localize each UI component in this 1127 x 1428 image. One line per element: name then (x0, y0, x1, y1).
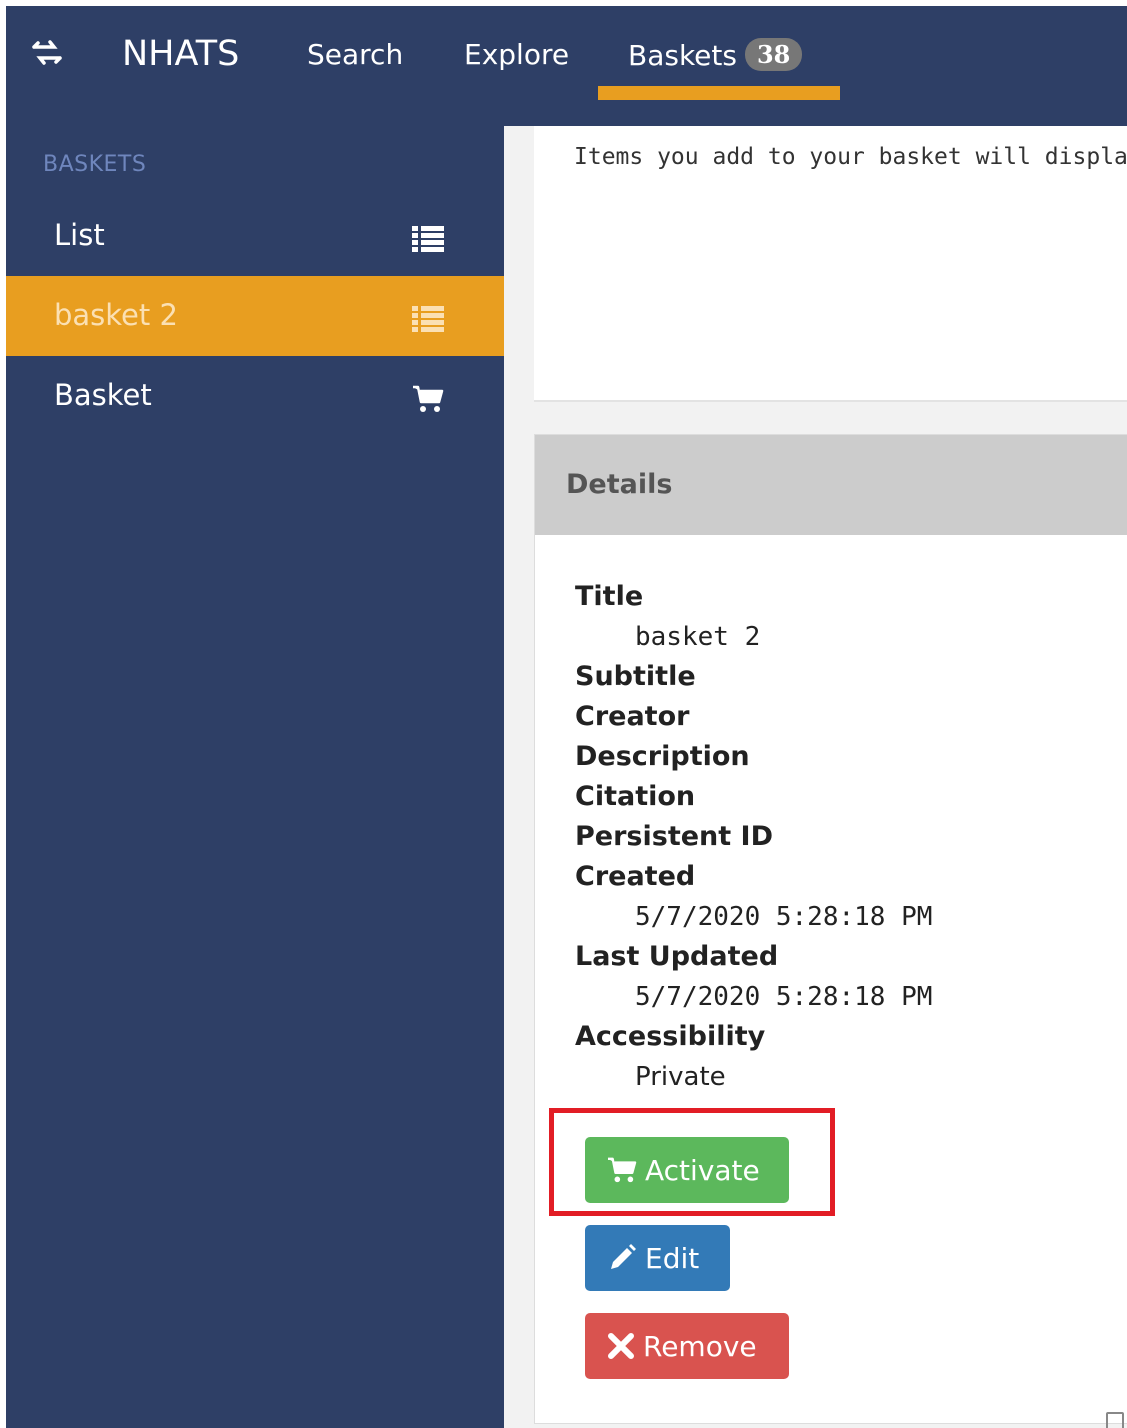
list-icon (412, 226, 444, 252)
cart-icon (608, 1157, 637, 1183)
pencil-icon (611, 1244, 636, 1269)
field-label-subtitle: Subtitle (575, 661, 696, 692)
edit-button[interactable]: Edit (585, 1225, 730, 1291)
sidebar-header: BASKETS (43, 152, 147, 177)
app-frame: NHATS Search Explore Baskets 38 BASKETS L… (6, 6, 1127, 1428)
sidebar: BASKETS List basket 2 Basket (6, 126, 504, 1428)
active-tab-indicator (598, 86, 840, 100)
field-label-persistent-id: Persistent ID (575, 821, 774, 852)
field-label-created: Created (575, 861, 696, 892)
sidebar-item-label: Basket (54, 378, 152, 412)
field-value-created: 5/7/2020 5:28:18 PM (635, 902, 933, 932)
nav-link-search[interactable]: Search (307, 38, 403, 71)
resize-handle-icon (1106, 1412, 1124, 1428)
edit-button-label: Edit (645, 1241, 700, 1275)
top-navbar: NHATS Search Explore Baskets 38 (6, 6, 1127, 126)
baskets-count-badge: 38 (744, 38, 803, 71)
brand-logo[interactable]: NHATS (122, 34, 239, 74)
field-label-citation: Citation (575, 781, 696, 812)
details-panel-header: Details (535, 435, 1127, 535)
details-panel: Details Title basket 2 Subtitle Creator … (534, 434, 1127, 1424)
sidebar-item-basket[interactable]: Basket (6, 356, 504, 436)
main-content: Items you add to your basket will displa… (504, 126, 1127, 1428)
nav-link-baskets-label: Baskets (628, 39, 737, 72)
field-label-last-updated: Last Updated (575, 941, 779, 972)
remove-button[interactable]: Remove (585, 1313, 789, 1379)
activate-button[interactable]: Activate (585, 1137, 789, 1203)
activate-button-label: Activate (645, 1153, 760, 1187)
field-label-title: Title (575, 581, 644, 612)
sidebar-item-label: basket 2 (54, 298, 178, 332)
remove-button-label: Remove (643, 1329, 757, 1363)
list-icon (412, 306, 444, 332)
details-heading: Details (566, 469, 673, 500)
nav-link-baskets[interactable]: Baskets 38 (628, 38, 803, 72)
details-list: Title basket 2 Subtitle Creator Descript… (575, 577, 932, 1097)
field-value-last-updated: 5/7/2020 5:28:18 PM (635, 982, 933, 1012)
basket-items-panel: Items you add to your basket will displa… (534, 126, 1127, 402)
sidebar-item-label: List (54, 218, 105, 252)
exchange-icon[interactable] (30, 36, 64, 70)
field-label-creator: Creator (575, 701, 690, 732)
field-value-accessibility: Private (635, 1062, 726, 1092)
nav-link-explore[interactable]: Explore (464, 38, 569, 71)
field-value-title: basket 2 (635, 622, 761, 652)
field-label-description: Description (575, 741, 750, 772)
close-icon (608, 1333, 634, 1359)
cart-icon (413, 385, 444, 412)
sidebar-item-basket-2[interactable]: basket 2 (6, 276, 504, 356)
field-label-accessibility: Accessibility (575, 1021, 766, 1052)
empty-basket-message: Items you add to your basket will displa… (574, 144, 1127, 170)
sidebar-item-list[interactable]: List (6, 196, 504, 276)
